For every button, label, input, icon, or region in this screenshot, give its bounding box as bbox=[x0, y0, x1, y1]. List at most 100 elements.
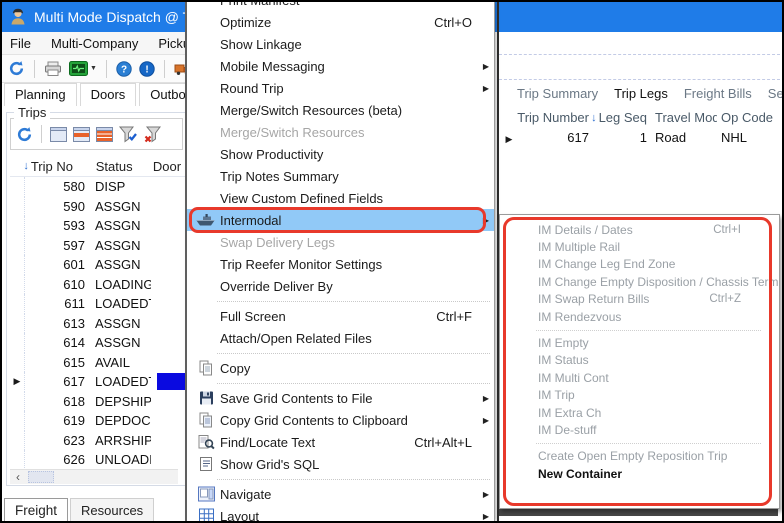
menu-item[interactable]: Merge/Switch Resources (beta) bbox=[187, 99, 494, 121]
submenu-item[interactable]: Create Open Empty Reposition Trip bbox=[500, 448, 779, 465]
submenu-item[interactable]: IM Rendezvous bbox=[500, 308, 779, 325]
door-column-header[interactable]: Door bbox=[151, 159, 186, 174]
door-cell[interactable] bbox=[157, 412, 186, 429]
trip-no-cell[interactable]: 611 bbox=[25, 296, 93, 311]
workspace-tab[interactable]: Doors bbox=[79, 83, 137, 106]
trip-row[interactable]: 590 ASSGN bbox=[10, 196, 186, 216]
door-cell[interactable] bbox=[157, 276, 186, 293]
trip-detail-tab[interactable]: Freight Bills bbox=[684, 86, 752, 101]
trip-row[interactable]: 614 ASSGN bbox=[10, 333, 186, 353]
trip-row[interactable]: 623 ARRSHIP bbox=[10, 430, 186, 450]
menu-item[interactable]: Navigate ▶ bbox=[187, 483, 494, 505]
status-cell[interactable]: LOADEDTO bbox=[93, 296, 151, 311]
status-cell[interactable]: DEPDOCK bbox=[93, 413, 151, 428]
menu-item[interactable]: Optimize Ctrl+O bbox=[187, 11, 494, 33]
column-header[interactable]: ↓ Leg Seq bbox=[589, 110, 647, 125]
trip-row[interactable]: 601 ASSGN bbox=[10, 255, 186, 275]
trip-row[interactable]: 580 DISP bbox=[10, 177, 186, 197]
door-cell[interactable] bbox=[157, 217, 186, 234]
submenu-item[interactable]: IM Trip bbox=[500, 387, 779, 404]
leg-seq-cell[interactable]: 1 bbox=[589, 130, 647, 145]
menu-bar-item[interactable]: Multi-Company bbox=[51, 36, 138, 51]
submenu-item[interactable]: IM Multi Cont bbox=[500, 369, 779, 386]
trip-no-cell[interactable]: 626 bbox=[25, 452, 93, 467]
door-cell[interactable] bbox=[157, 451, 186, 468]
submenu-item[interactable]: IM Swap Return Bills Ctrl+Z bbox=[500, 291, 779, 308]
column-header[interactable]: Op Code bbox=[717, 110, 773, 125]
trip-row[interactable]: 626 UNLOADING bbox=[10, 450, 186, 470]
submenu-item[interactable] bbox=[500, 439, 779, 448]
trip-row[interactable]: 615 AVAIL bbox=[10, 352, 186, 372]
menu-item[interactable]: Find/Locate Text Ctrl+Alt+L bbox=[187, 431, 494, 453]
menu-item[interactable]: Trip Reefer Monitor Settings bbox=[187, 253, 494, 275]
trip-no-cell[interactable]: 614 bbox=[25, 335, 93, 350]
trip-no-cell[interactable]: 601 bbox=[25, 257, 93, 272]
trips-toolbar-button[interactable] bbox=[144, 126, 163, 143]
submenu-item[interactable]: IM Empty bbox=[500, 334, 779, 351]
trip-row[interactable]: 611 LOADEDTO bbox=[10, 294, 186, 314]
menu-bar-item[interactable]: File bbox=[10, 36, 31, 51]
submenu-item[interactable] bbox=[500, 325, 779, 334]
column-header[interactable]: Trip Number bbox=[517, 110, 589, 125]
travel-mode-cell[interactable]: Road bbox=[647, 130, 717, 145]
trip-no-cell[interactable]: 597 bbox=[25, 238, 93, 253]
door-cell[interactable] bbox=[157, 432, 186, 449]
status-cell[interactable]: LOADEDTO bbox=[93, 374, 151, 389]
menu-item[interactable]: Override Deliver By bbox=[187, 275, 494, 297]
trip-no-cell[interactable]: 590 bbox=[25, 199, 93, 214]
trip-no-cell[interactable]: 617 bbox=[25, 374, 93, 389]
trip-detail-tab[interactable]: Trip Summary bbox=[517, 86, 598, 101]
trips-toolbar-button[interactable] bbox=[50, 126, 67, 142]
trip-no-cell[interactable]: 593 bbox=[25, 218, 93, 233]
submenu-item[interactable]: IM Extra Ch bbox=[500, 404, 779, 421]
menu-item[interactable]: Show Productivity bbox=[187, 143, 494, 165]
trip-leg-row[interactable]: ▶ 617 1 Road NHL bbox=[501, 128, 773, 147]
status-cell[interactable]: ARRSHIP bbox=[93, 433, 151, 448]
menu-item[interactable] bbox=[187, 475, 494, 483]
status-cell[interactable]: ASSGN bbox=[93, 218, 151, 233]
menu-item[interactable]: Save Grid Contents to File ▶ bbox=[187, 387, 494, 409]
door-cell[interactable] bbox=[157, 256, 186, 273]
status-cell[interactable]: ASSGN bbox=[93, 257, 151, 272]
status-cell[interactable]: AVAIL bbox=[93, 355, 151, 370]
door-cell[interactable] bbox=[157, 373, 186, 391]
status-cell[interactable]: DEPSHIP bbox=[93, 394, 151, 409]
bottom-tab[interactable]: Freight bbox=[4, 498, 69, 521]
door-cell[interactable] bbox=[157, 237, 186, 254]
menu-item[interactable]: Attach/Open Related Files bbox=[187, 327, 494, 349]
workspace-tab[interactable]: Outbound bbox=[139, 83, 186, 106]
menu-item[interactable]: Copy Grid Contents to Clipboard ▶ bbox=[187, 409, 494, 431]
toolbar-button[interactable]: ! bbox=[139, 60, 155, 77]
submenu-item[interactable]: IM Change Empty Disposition / Chassis Te… bbox=[500, 273, 779, 290]
trip-detail-tab[interactable]: Trip Legs bbox=[614, 86, 668, 101]
trip-no-cell[interactable]: 623 bbox=[25, 433, 93, 448]
menu-item[interactable]: Layout ▶ bbox=[187, 505, 494, 521]
trip-row[interactable]: 613 ASSGN bbox=[10, 313, 186, 333]
menu-item[interactable]: Print Manifest bbox=[187, 2, 494, 11]
menu-item[interactable]: Merge/Switch Resources bbox=[187, 121, 494, 143]
trip-no-cell[interactable]: 615 bbox=[25, 355, 93, 370]
status-cell[interactable]: ASSGN bbox=[93, 199, 151, 214]
trip-row[interactable]: 593 ASSGN bbox=[10, 216, 186, 236]
door-cell[interactable] bbox=[157, 178, 186, 195]
status-column-header[interactable]: Status bbox=[94, 159, 151, 174]
menu-item[interactable]: Full Screen Ctrl+F bbox=[187, 305, 494, 327]
toolbar-button[interactable]: ? bbox=[116, 60, 132, 77]
scroll-left-icon[interactable]: ‹ bbox=[10, 470, 26, 484]
trips-toolbar-button[interactable] bbox=[96, 126, 113, 142]
workspace-tab[interactable]: Planning bbox=[4, 83, 77, 106]
submenu-item[interactable]: IM Details / Dates Ctrl+I bbox=[500, 221, 779, 238]
submenu-item[interactable]: IM Change Leg End Zone bbox=[500, 256, 779, 273]
toolbar-button[interactable]: ▼ bbox=[69, 61, 97, 76]
trip-no-cell[interactable]: 580 bbox=[25, 179, 93, 194]
menu-item[interactable]: View Custom Defined Fields bbox=[187, 187, 494, 209]
trip-no-cell[interactable]: 610 bbox=[25, 277, 93, 292]
trip-row[interactable]: 618 DEPSHIP bbox=[10, 391, 186, 411]
door-cell[interactable] bbox=[157, 315, 186, 332]
status-cell[interactable]: ASSGN bbox=[93, 316, 151, 331]
menu-item[interactable]: Intermodal ▶ bbox=[187, 207, 494, 233]
scrollbar-thumb[interactable] bbox=[28, 471, 54, 483]
toolbar-button[interactable] bbox=[44, 61, 62, 77]
door-cell[interactable] bbox=[157, 334, 186, 351]
status-cell[interactable]: ASSGN bbox=[93, 238, 151, 253]
